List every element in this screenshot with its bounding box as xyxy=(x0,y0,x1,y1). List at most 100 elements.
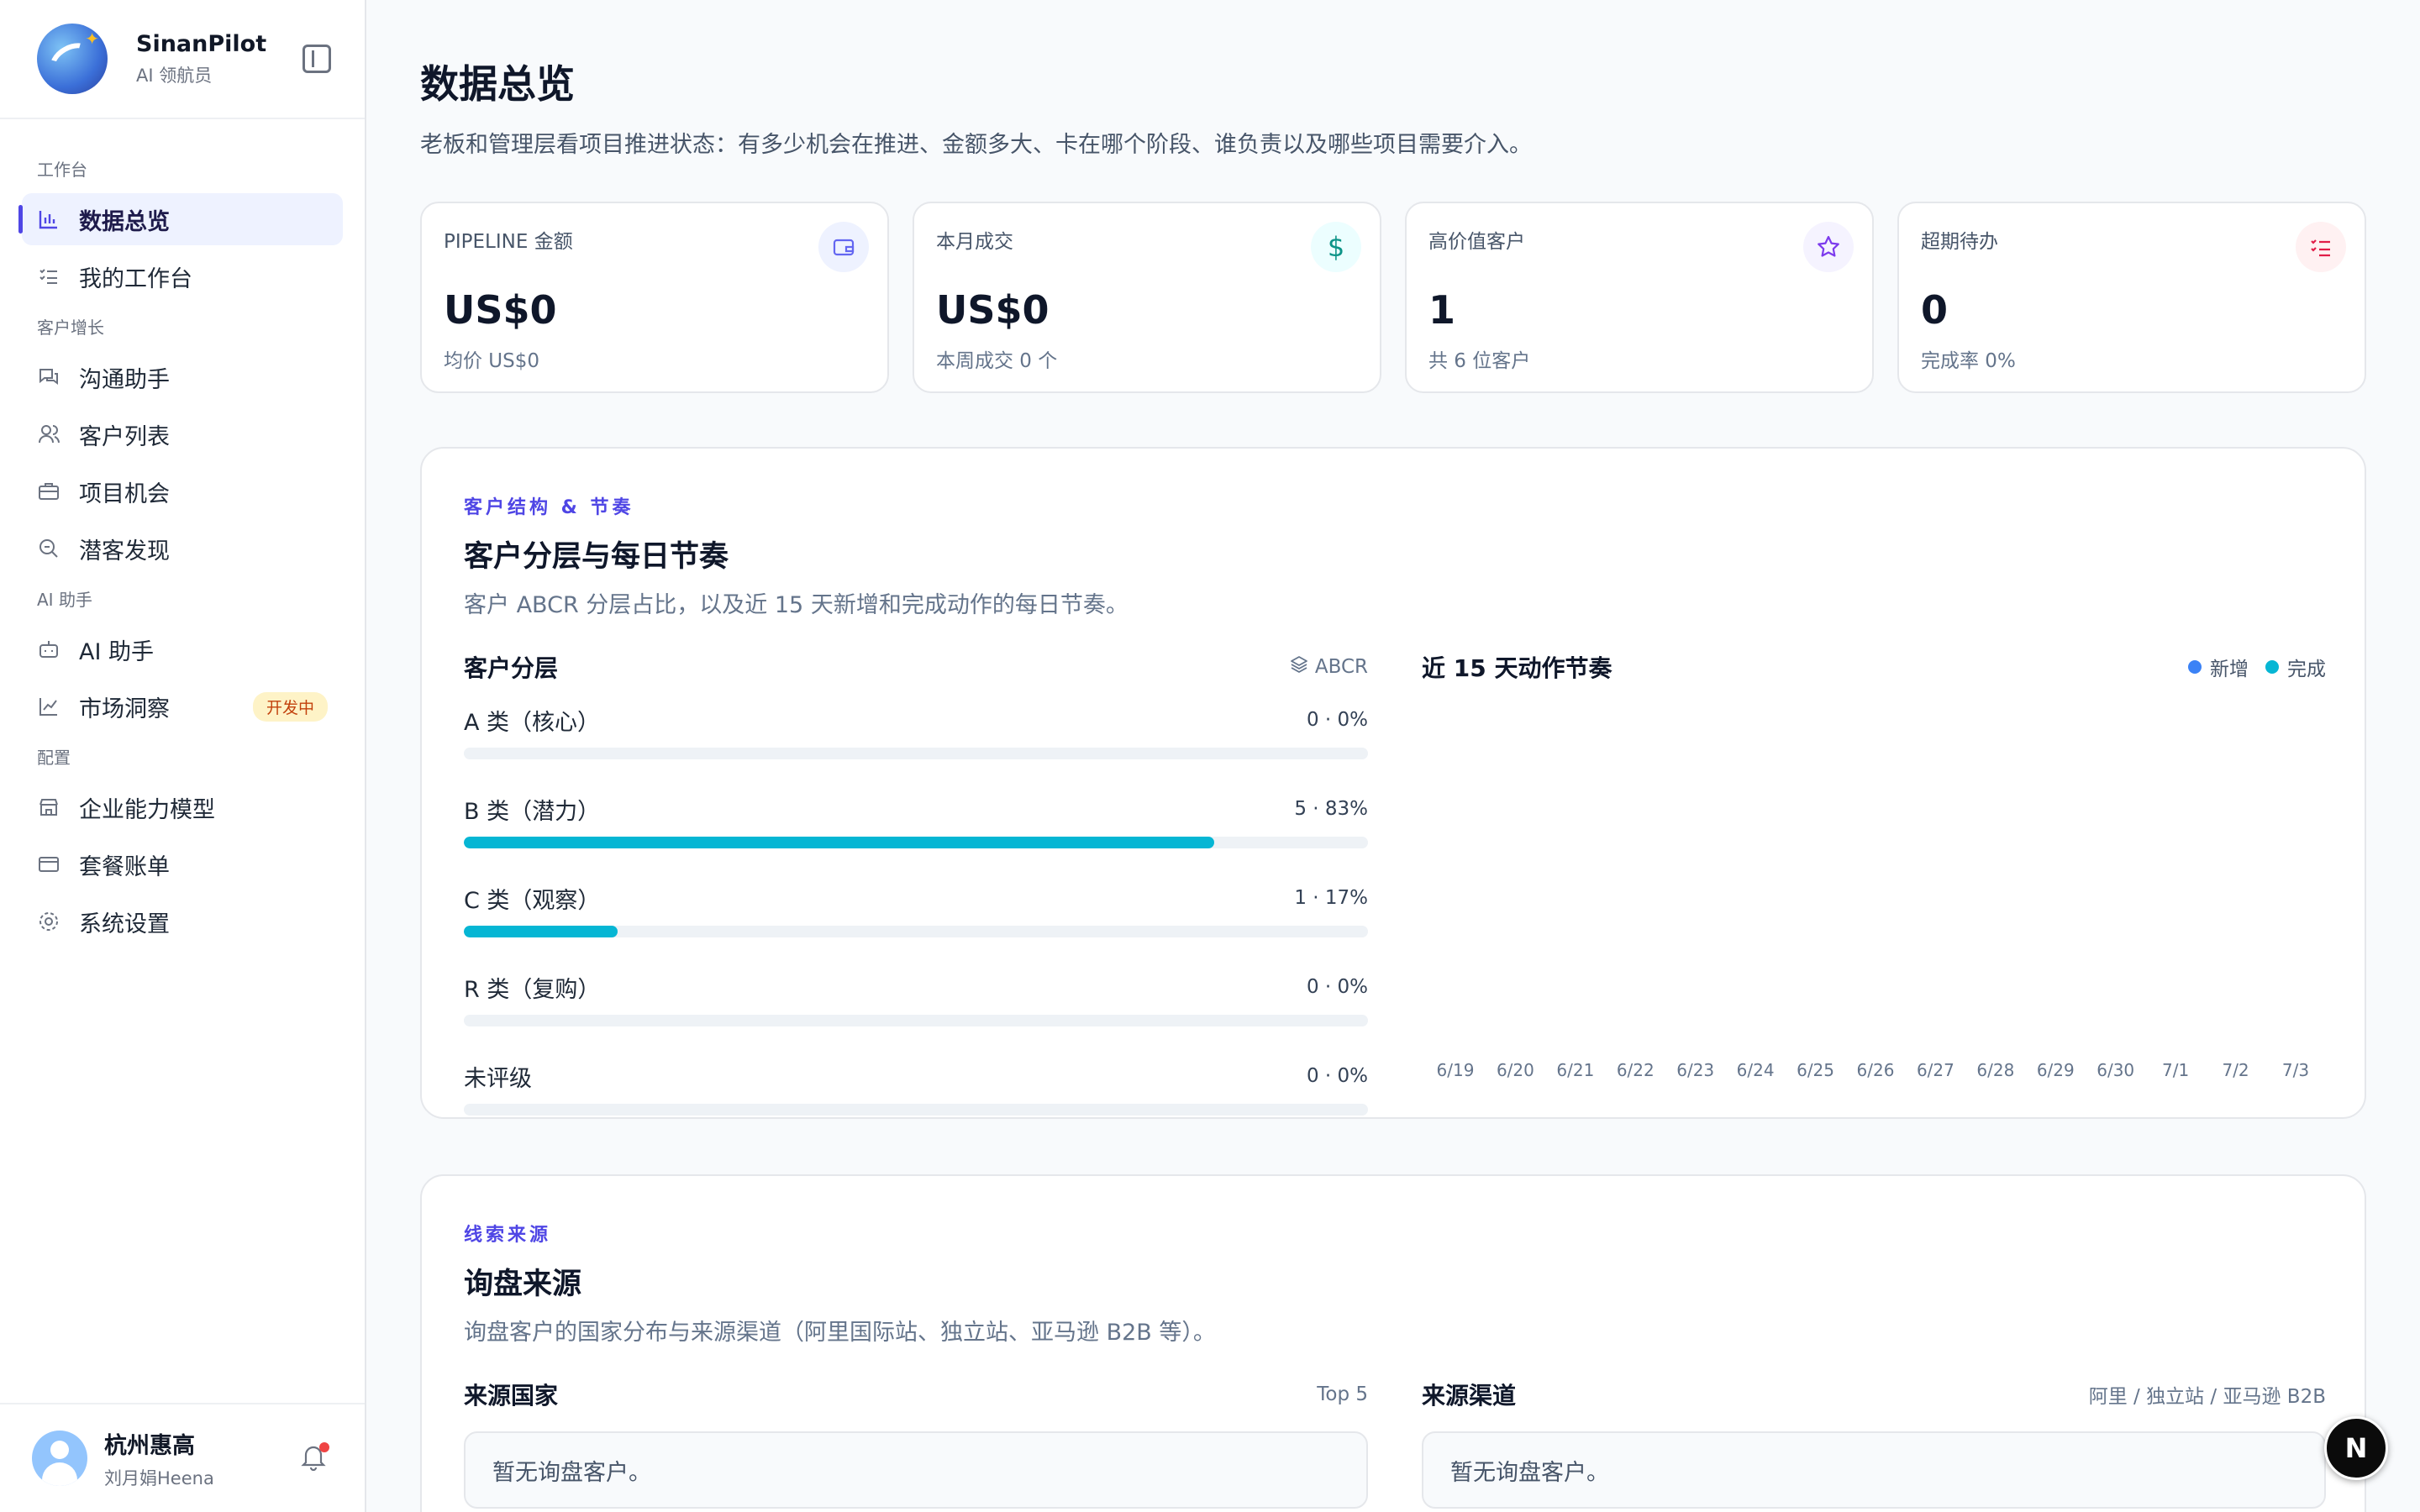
todo-list-icon xyxy=(2296,222,2346,272)
source-channel-tag: 阿里 / 独立站 / 亚马逊 B2B xyxy=(2088,1386,2326,1408)
segment-progress-track xyxy=(464,748,1368,759)
segments-tag: ABCR xyxy=(1314,656,1368,678)
avatar[interactable] xyxy=(32,1431,87,1486)
kpi-value: 1 xyxy=(1428,287,1456,333)
x-tick-label: 6/24 xyxy=(1736,1060,1775,1080)
x-tick-label: 6/25 xyxy=(1797,1060,1835,1080)
notification-dot xyxy=(319,1442,329,1452)
x-tick-label: 7/1 xyxy=(2162,1060,2190,1080)
kpi-card-overdue-todos[interactable]: 超期待办 0 完成率 0% xyxy=(1897,202,2366,393)
inquiry-sources-card: 线索来源 询盘来源 询盘客户的国家分布与来源渠道（阿里国际站、独立站、亚马逊 B… xyxy=(420,1174,2366,1512)
sidebar-item-billing[interactable]: 套餐账单 xyxy=(22,838,343,890)
kpi-card-pipeline[interactable]: PIPELINE 金额 US$0 均价 US$0 xyxy=(420,202,889,393)
sidebar-item-label: 市场洞察 xyxy=(79,696,170,722)
segment-progress-fill xyxy=(464,837,1215,848)
bell-icon[interactable] xyxy=(299,1442,329,1473)
x-tick-label: 6/22 xyxy=(1616,1060,1655,1080)
store-icon xyxy=(37,795,60,819)
segment-row-c: C 类（观察） 1 · 17% xyxy=(464,882,1368,937)
source-channel-title: 来源渠道 xyxy=(1422,1382,1517,1410)
x-tick-label: 6/30 xyxy=(2096,1060,2135,1080)
nav-group-label: 配置 xyxy=(37,748,71,768)
source-country-tag: Top 5 xyxy=(1317,1383,1368,1405)
legend-item-new: 新增 xyxy=(2188,653,2249,681)
sidebar-collapse-icon[interactable] xyxy=(302,45,331,73)
page-description: 老板和管理层看项目推进状态：有多少机会在推进、金额多大、卡在哪个阶段、谁负责以及… xyxy=(420,132,1532,158)
sidebar-item-ai-assistant[interactable]: AI 助手 xyxy=(22,623,343,675)
segment-row-a: A 类（核心） 0 · 0% xyxy=(464,704,1368,759)
segment-value: 5 · 83% xyxy=(1294,798,1368,820)
sidebar-item-capability-model[interactable]: 企业能力模型 xyxy=(22,781,343,833)
sidebar-item-label: 系统设置 xyxy=(79,911,170,937)
x-tick-label: 6/23 xyxy=(1676,1060,1715,1080)
sidebar-item-communication[interactable]: 沟通助手 xyxy=(22,351,343,403)
sidebar-item-workbench[interactable]: 我的工作台 xyxy=(22,250,343,302)
kpi-label: 超期待办 xyxy=(1921,231,1998,253)
kpi-subtext: 本周成交 0 个 xyxy=(936,350,1058,372)
kpi-label: 高价值客户 xyxy=(1428,231,1525,253)
page-title: 数据总览 xyxy=(420,61,575,107)
section-description: 客户 ABCR 分层占比，以及近 15 天新增和完成动作的每日节奏。 xyxy=(464,592,1128,618)
kpi-card-high-value-customers[interactable]: 高价值客户 1 共 6 位客户 xyxy=(1405,202,1874,393)
section-title: 询盘来源 xyxy=(464,1268,582,1301)
sidebar-item-customers[interactable]: 客户列表 xyxy=(22,408,343,460)
floating-n-button[interactable]: N xyxy=(2324,1416,2388,1480)
star-icon xyxy=(1803,222,1854,272)
sidebar-item-label: 数据总览 xyxy=(79,208,170,235)
sidebar-item-prospecting[interactable]: 潜客发现 xyxy=(22,522,343,575)
legend-dot xyxy=(2265,660,2279,674)
kpi-value: US$0 xyxy=(936,287,1050,333)
chat-icon xyxy=(37,365,60,389)
sidebar-item-label: 客户列表 xyxy=(79,423,170,450)
segment-rows: A 类（核心） 0 · 0% B 类（潜力） 5 · 83% C 类（观察） 1 · … xyxy=(464,704,1368,1116)
customer-segments: 客户分层 ABCR A 类（核心） 0 · 0% B 类（潜力） 5 · 83% xyxy=(464,650,1368,1116)
nav-group-label: 客户增长 xyxy=(37,318,104,338)
segment-row-r: R 类（复购） 0 · 0% xyxy=(464,971,1368,1026)
sidebar: ✦ SinanPilot AI 领航员 工作台 数据总览 我的工作台 客户增长 xyxy=(0,0,366,1512)
sidebar-item-label: AI 助手 xyxy=(79,638,155,665)
source-country-panel: 来源国家 Top 5 暂无询盘客户。 xyxy=(464,1378,1368,1509)
sidebar-item-settings[interactable]: 系统设置 xyxy=(22,895,343,948)
x-tick-label: 6/28 xyxy=(1976,1060,2015,1080)
sidebar-nav: 工作台 数据总览 我的工作台 客户增长 沟通助手 客户列表 项目机会 潜客发现 … xyxy=(0,119,365,948)
robot-icon xyxy=(37,638,60,661)
sidebar-item-dashboard[interactable]: 数据总览 xyxy=(18,193,343,245)
kpi-subtext: 完成率 0% xyxy=(1921,350,2016,372)
x-axis: 6/19 6/20 6/21 6/22 6/23 6/24 6/25 6/26 6/27 6/28… xyxy=(1422,1060,2326,1085)
gear-icon xyxy=(37,910,60,933)
x-tick-label: 6/21 xyxy=(1556,1060,1595,1080)
x-tick-label: 6/19 xyxy=(1436,1060,1475,1080)
sidebar-item-opportunities[interactable]: 项目机会 xyxy=(22,465,343,517)
sinanpilot-logo-icon[interactable]: ✦ xyxy=(37,24,108,94)
segment-progress-track xyxy=(464,926,1368,937)
empty-state: 暂无询盘客户。 xyxy=(464,1431,1368,1509)
list-check-icon xyxy=(37,265,60,288)
nav-group-label: 工作台 xyxy=(37,160,87,180)
dollar-icon: $ xyxy=(1311,222,1361,272)
x-tick-label: 6/29 xyxy=(2036,1060,2075,1080)
section-description: 询盘客户的国家分布与来源渠道（阿里国际站、独立站、亚马逊 B2B 等）。 xyxy=(464,1320,1216,1346)
x-tick-label: 6/20 xyxy=(1496,1060,1534,1080)
segment-row-b: B 类（潜力） 5 · 83% xyxy=(464,793,1368,848)
dev-status-badge: 开发中 xyxy=(252,691,328,722)
user-profile[interactable]: 杭州惠高 刘月娟Heena xyxy=(0,1403,365,1512)
legend-item-done: 完成 xyxy=(2265,653,2326,681)
sidebar-item-label: 套餐账单 xyxy=(79,853,170,880)
segment-progress-track xyxy=(464,1015,1368,1026)
briefcase-icon xyxy=(37,480,60,503)
brand-header: ✦ SinanPilot AI 领航员 xyxy=(0,0,365,119)
sidebar-item-market-insight[interactable]: 市场洞察 开发中 xyxy=(22,680,343,732)
kpi-card-monthly-deals[interactable]: 本月成交 $ US$0 本周成交 0 个 xyxy=(913,202,1381,393)
rhythm-title: 近 15 天动作节奏 xyxy=(1422,654,1612,682)
user-name: 杭州惠高 xyxy=(104,1432,195,1459)
segment-value: 0 · 0% xyxy=(1306,976,1368,998)
segment-progress-track xyxy=(464,1104,1368,1116)
x-tick-label: 7/3 xyxy=(2281,1060,2310,1080)
customer-structure-card: 客户结构 & 节奏 客户分层与每日节奏 客户 ABCR 分层占比，以及近 15 … xyxy=(420,447,2366,1119)
segment-progress-track xyxy=(464,837,1368,848)
section-title: 客户分层与每日节奏 xyxy=(464,540,729,574)
segment-row-unrated: 未评级 0 · 0% xyxy=(464,1060,1368,1116)
bar-chart-icon xyxy=(37,207,60,231)
wallet-icon xyxy=(818,222,869,272)
segment-value: 0 · 0% xyxy=(1306,709,1368,731)
